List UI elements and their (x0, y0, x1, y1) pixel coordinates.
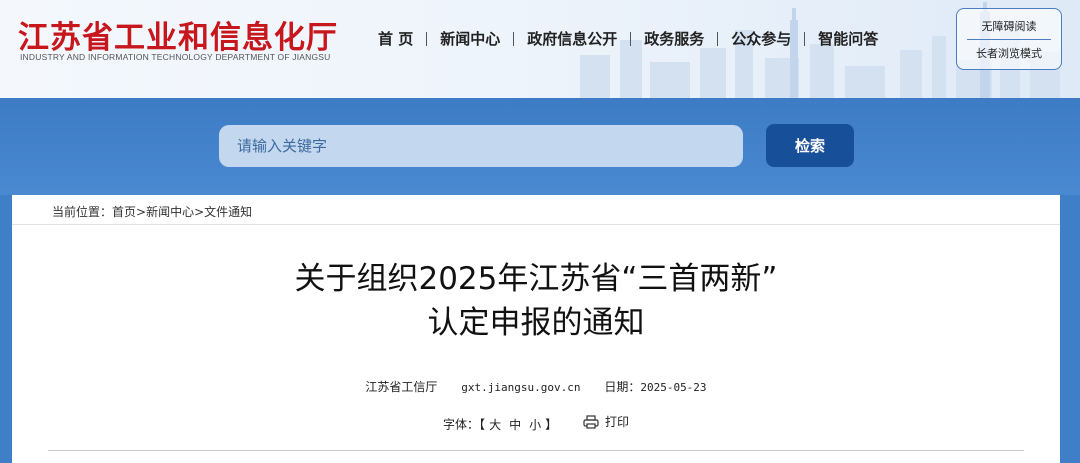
breadcrumb-separator: > (136, 205, 147, 219)
article-site: gxt.jiangsu.gov.cn (461, 381, 581, 394)
breadcrumb-news[interactable]: 新闻中心 (146, 205, 194, 219)
print-button[interactable]: 打印 (583, 413, 629, 430)
barrier-free-button[interactable]: 无障碍阅读 (982, 15, 1037, 37)
font-size-small[interactable]: 小 (529, 418, 541, 432)
font-size-label: 字体： (443, 417, 480, 432)
breadcrumb-prefix: 当前位置： (52, 205, 113, 219)
bracket-open: 【 (479, 417, 486, 432)
nav-item-news[interactable]: 新闻中心 (432, 28, 508, 49)
search-button[interactable]: 检索 (766, 124, 854, 167)
accessibility-panel: 无障碍阅读 长者浏览模式 (956, 8, 1062, 70)
date-value: 2025-05-23 (640, 381, 707, 394)
site-title[interactable]: 江苏省工业和信息化厅 (18, 12, 338, 57)
nav-item-participation[interactable]: 公众参与 (723, 28, 799, 49)
elder-mode-button[interactable]: 长者浏览模式 (976, 42, 1042, 64)
nav-divider (804, 31, 806, 46)
bracket-close: 】 (545, 417, 558, 432)
article-tools: 字体：【大中小】 打印 (12, 413, 1060, 433)
nav-item-services[interactable]: 政务服务 (636, 28, 712, 49)
site-header: 江苏省工业和信息化厅 INDUSTRY AND INFORMATION TECH… (0, 0, 1080, 98)
date-label: 日期： (604, 380, 641, 394)
article-title: 关于组织2025年江苏省“三首两新” 认定申报的通知 (12, 257, 1060, 345)
nav-item-home[interactable]: 首 页 (370, 28, 421, 49)
printer-icon (583, 414, 599, 429)
print-label: 打印 (604, 415, 629, 429)
nav-divider (513, 31, 515, 46)
nav-divider (426, 31, 428, 46)
article-card: 当前位置：首页>新闻中心>文件通知 关于组织2025年江苏省“三首两新” 认定申… (12, 195, 1060, 463)
article-source: 江苏省工信厅 (365, 380, 438, 394)
breadcrumb-home[interactable]: 首页 (112, 205, 136, 219)
site-subtitle: INDUSTRY AND INFORMATION TECHNOLOGY DEPA… (20, 52, 331, 62)
breadcrumb-separator: > (194, 205, 205, 219)
article-title-line-2: 认定申报的通知 (427, 305, 645, 341)
font-size-large[interactable]: 大 (489, 418, 501, 432)
breadcrumb: 当前位置：首页>新闻中心>文件通知 (52, 203, 252, 220)
font-size-medium[interactable]: 中 (509, 418, 521, 432)
nav-divider (630, 31, 632, 46)
accessibility-divider (967, 38, 1051, 40)
search-band: 检索 (0, 98, 1080, 195)
article-title-line-1: 关于组织2025年江苏省“三首两新” (294, 261, 778, 297)
search-input[interactable] (219, 125, 743, 167)
breadcrumb-divider (12, 224, 1060, 225)
nav-item-qa[interactable]: 智能问答 (810, 28, 886, 49)
nav-item-gov-info[interactable]: 政府信息公开 (519, 28, 625, 49)
nav-divider (717, 31, 719, 46)
breadcrumb-notices[interactable]: 文件通知 (204, 205, 252, 219)
main-nav: 首 页 新闻中心 政府信息公开 政务服务 公众参与 智能问答 (370, 28, 886, 49)
article-date: 日期：2025-05-23 (604, 380, 706, 394)
content-divider (48, 450, 1024, 451)
article-meta: 江苏省工信厅 gxt.jiangsu.gov.cn 日期：2025-05-23 (12, 378, 1060, 395)
